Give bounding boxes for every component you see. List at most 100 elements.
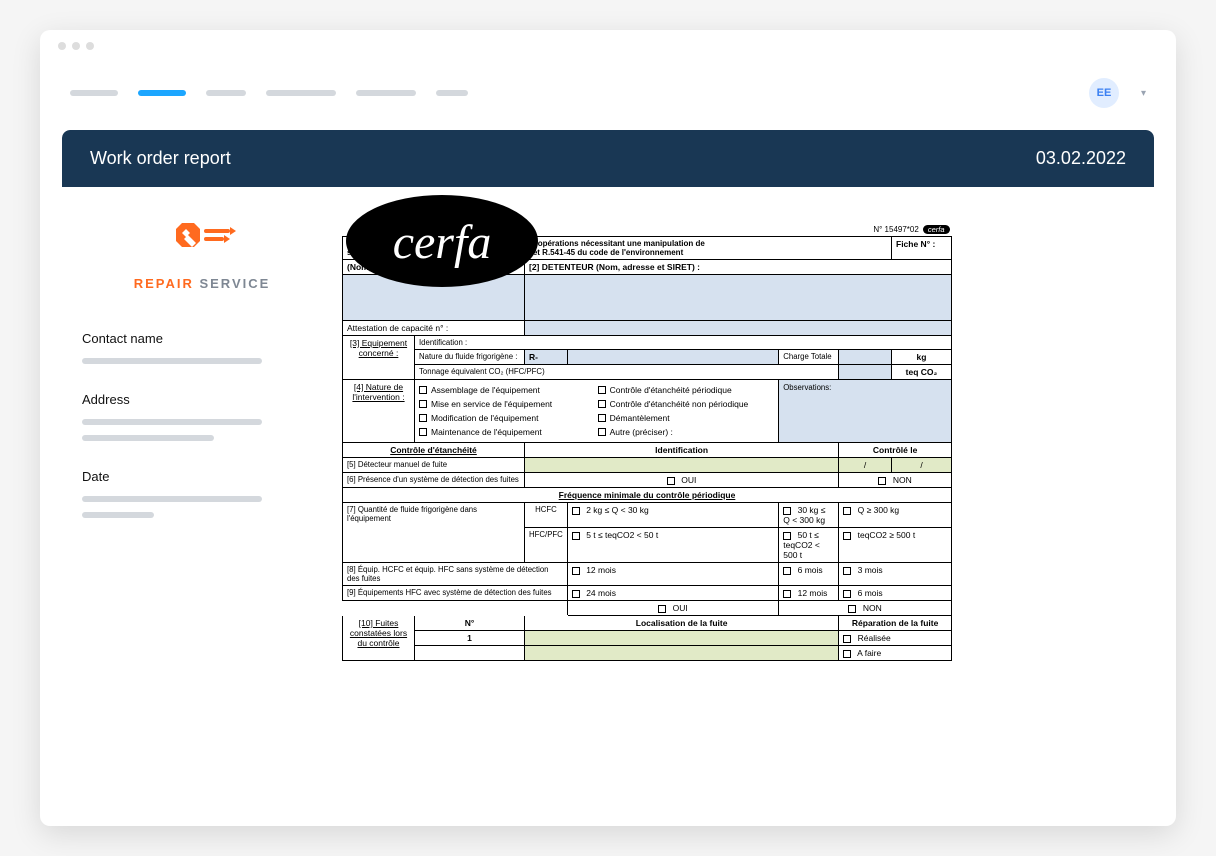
user-avatar[interactable]: EE [1089,78,1119,108]
form-charge-field[interactable] [839,350,892,365]
wrench-icon [162,215,242,268]
card-title: Work order report [90,148,231,169]
form-hfc: HFC/PFC [525,528,568,563]
form-nature-label: Nature du fluide frigorigène : [419,352,517,361]
form-col-a: Contrôle d'étanchéité [343,443,525,458]
form-tonnage-field[interactable] [839,365,892,380]
form-rep-col: Réparation de la fuite [839,616,952,631]
form-detentor-field[interactable] [525,275,952,321]
checkbox[interactable] [419,414,427,422]
placeholder-line [82,435,214,441]
window-dot [58,42,66,50]
form-hcfc: HCFC [525,503,568,528]
window-dot [86,42,94,50]
toolbar: EE ▾ [40,62,1176,130]
oui-label: OUI [673,603,688,613]
report-card: Work order report 03.02.2022 [62,130,1154,804]
window-titlebar [40,30,1176,62]
checkbox[interactable] [419,428,427,436]
app-window: EE ▾ Work order report 03.02.2022 [40,30,1176,826]
checkbox[interactable] [843,567,851,575]
checkbox[interactable] [783,532,791,540]
chk-label: Mise en service de l'équipement [431,399,552,409]
checkbox[interactable] [843,650,851,658]
m-label: 24 mois [586,588,616,598]
m-label: 12 mois [798,588,828,598]
checkbox[interactable] [843,532,851,540]
chevron-down-icon[interactable]: ▾ [1141,88,1146,99]
form-row5-date[interactable]: / [839,458,892,473]
nav-item[interactable] [266,90,336,96]
field-label: Date [82,469,322,484]
nav-item[interactable] [206,90,246,96]
checkbox[interactable] [572,590,580,598]
chk-label: Assemblage de l'équipement [431,385,540,395]
form-doc-tag: cerfa [923,225,950,234]
afaire-label: A faire [857,648,881,658]
chk-label: Modification de l'équipement [431,413,538,423]
logo-text-repair: REPAIR [134,276,200,291]
form-row5-date2[interactable]: / [892,458,952,473]
field-contact: Contact name [82,331,322,364]
checkbox-non[interactable] [848,605,856,613]
sidebar: REPAIR SERVICE Contact name Address Date [62,187,342,804]
checkbox[interactable] [572,567,580,575]
nav-item[interactable] [436,90,468,96]
checkbox[interactable] [598,414,606,422]
form-doc-number: N° 15497*02 [873,225,918,234]
nav-item[interactable] [70,90,118,96]
checkbox[interactable] [783,590,791,598]
leak-loc-field[interactable] [525,631,839,646]
checkbox-oui[interactable] [658,605,666,613]
form-sec10-label: [10] Fuites constatées lors du contrôle [343,616,415,661]
form-pane: cerfa N° 15497*02cerfa AU DE SUIVI DE DÉ… [342,187,1154,804]
non-label: NON [863,603,882,613]
checkbox[interactable] [598,400,606,408]
leak-loc-field[interactable] [525,646,839,661]
checkbox[interactable] [572,507,580,515]
form-fluid-field[interactable] [567,350,778,365]
form-observations-label: Observations: [783,383,831,392]
form-col-c: Contrôlé le [839,443,952,458]
form-freq-header: Fréquence minimale du contrôle périodiqu… [343,488,952,503]
checkbox[interactable] [572,532,580,540]
logo-text-service: SERVICE [199,276,270,291]
card-date: 03.02.2022 [1036,148,1126,169]
q-label: 5 t ≤ teqCO2 < 50 t [586,530,658,540]
field-label: Contact name [82,331,322,346]
nav-item-active[interactable] [138,90,186,96]
form-attestation-field[interactable] [525,321,952,336]
chk-label: Maintenance de l'équipement [431,427,542,437]
form-ident-label: Identification : [419,338,467,347]
form-loc-col: Localisation de la fuite [525,616,839,631]
checkbox[interactable] [598,386,606,394]
form-row5-ident[interactable] [525,458,839,473]
cerfa-text: cerfa [393,216,492,269]
cerfa-badge: cerfa [342,192,542,295]
form-teq-unit: teq CO₂ [892,365,952,380]
checkbox[interactable] [419,386,427,394]
field-label: Address [82,392,322,407]
form-fiche-n: Fiche N° : [892,237,952,260]
form-detentor-label: [2] DETENTEUR (Nom, adresse et SIRET) : [525,260,952,275]
checkbox[interactable] [598,428,606,436]
checkbox-non[interactable] [878,477,886,485]
window-dot [72,42,80,50]
checkbox[interactable] [783,507,791,515]
checkbox[interactable] [843,590,851,598]
placeholder-line [82,512,154,518]
placeholder-line [82,358,262,364]
content-area: Work order report 03.02.2022 [40,130,1176,826]
company-logo: REPAIR SERVICE [82,215,322,291]
q-label: teqCO2 ≥ 500 t [858,530,916,540]
m-label: 3 mois [858,565,883,575]
nav-item[interactable] [356,90,416,96]
checkbox-oui[interactable] [667,477,675,485]
checkbox[interactable] [783,567,791,575]
checkbox[interactable] [419,400,427,408]
m-label: 12 mois [586,565,616,575]
checkbox[interactable] [843,635,851,643]
non-label: NON [893,475,912,485]
chk-label: Contrôle d'étanchéité non périodique [610,399,749,409]
checkbox[interactable] [843,507,851,515]
